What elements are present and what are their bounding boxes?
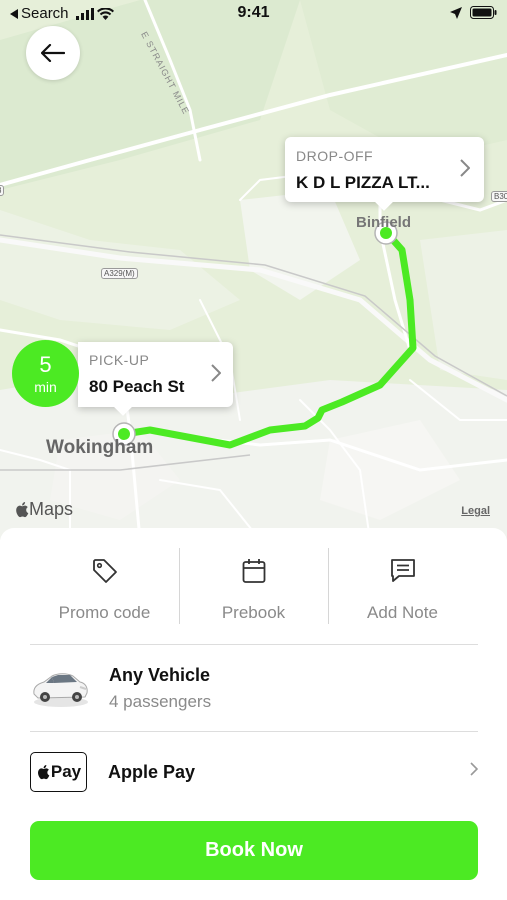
add-note-label: Add Note bbox=[367, 603, 438, 622]
road-badge: B30 bbox=[491, 191, 507, 202]
town-label-wokingham: Wokingham bbox=[46, 437, 154, 458]
action-row: Promo code Prebook Add Note bbox=[30, 548, 478, 624]
apple-icon bbox=[37, 765, 50, 780]
prebook-label: Prebook bbox=[221, 603, 286, 622]
battery-icon bbox=[470, 6, 497, 19]
vehicle-title: Any Vehicle bbox=[109, 665, 211, 685]
vehicle-row[interactable]: Any Vehicle 4 passengers bbox=[30, 646, 478, 731]
status-bar: Search 9:41 bbox=[0, 0, 507, 28]
divider bbox=[179, 548, 180, 624]
car-icon bbox=[33, 673, 88, 707]
note-icon bbox=[390, 559, 415, 582]
eta-unit: min bbox=[34, 379, 57, 395]
add-note-button[interactable]: Add Note bbox=[328, 548, 477, 624]
promo-code-label: Promo code bbox=[58, 603, 151, 622]
chevron-right-icon bbox=[470, 762, 478, 776]
pickup-callout[interactable]: PICK-UP 80 Peach St bbox=[78, 342, 233, 416]
apple-pay-badge: Pay bbox=[30, 752, 87, 792]
pickup-value: 80 Peach St bbox=[89, 377, 185, 396]
chevron-right-icon bbox=[211, 364, 221, 382]
vehicle-subtitle: 4 passengers bbox=[109, 692, 212, 711]
maps-attribution-text: Maps bbox=[29, 499, 74, 519]
dropoff-label: DROP-OFF bbox=[296, 148, 374, 164]
prebook-button[interactable]: Prebook bbox=[179, 548, 328, 624]
chevron-right-icon bbox=[460, 159, 470, 177]
maps-attribution: Maps bbox=[14, 499, 73, 520]
pickup-label: PICK-UP bbox=[89, 352, 150, 368]
calendar-icon bbox=[242, 559, 265, 583]
divider bbox=[30, 731, 478, 732]
payment-title: Apple Pay bbox=[108, 762, 196, 782]
payment-row[interactable]: Pay Apple Pay bbox=[30, 733, 478, 811]
apple-pay-badge-text: Pay bbox=[50, 762, 82, 781]
map-view[interactable]: Wokingham Binfield E STRAIGHT MILE A329(… bbox=[0, 0, 507, 540]
status-right bbox=[450, 6, 497, 19]
tag-icon bbox=[92, 559, 117, 583]
back-button[interactable] bbox=[26, 26, 80, 80]
map-background bbox=[0, 0, 507, 540]
legal-link[interactable]: Legal bbox=[461, 505, 490, 517]
dropoff-callout[interactable]: DROP-OFF K D L PIZZA LT... bbox=[285, 137, 484, 211]
divider bbox=[30, 644, 478, 645]
divider bbox=[328, 548, 329, 624]
promo-code-button[interactable]: Promo code bbox=[30, 548, 179, 624]
road-badge: A329(M) bbox=[101, 268, 138, 279]
town-label-binfield: Binfield bbox=[356, 214, 411, 231]
apple-icon bbox=[16, 502, 29, 518]
status-time: 9:41 bbox=[237, 4, 270, 21]
location-arrow-icon bbox=[450, 6, 462, 19]
eta-number: 5 bbox=[39, 352, 52, 377]
book-now-button[interactable]: Book Now bbox=[30, 821, 478, 880]
dropoff-value: K D L PIZZA LT... bbox=[296, 173, 430, 192]
arrow-left-icon bbox=[41, 44, 65, 62]
eta-badge: 5 min bbox=[12, 340, 79, 407]
